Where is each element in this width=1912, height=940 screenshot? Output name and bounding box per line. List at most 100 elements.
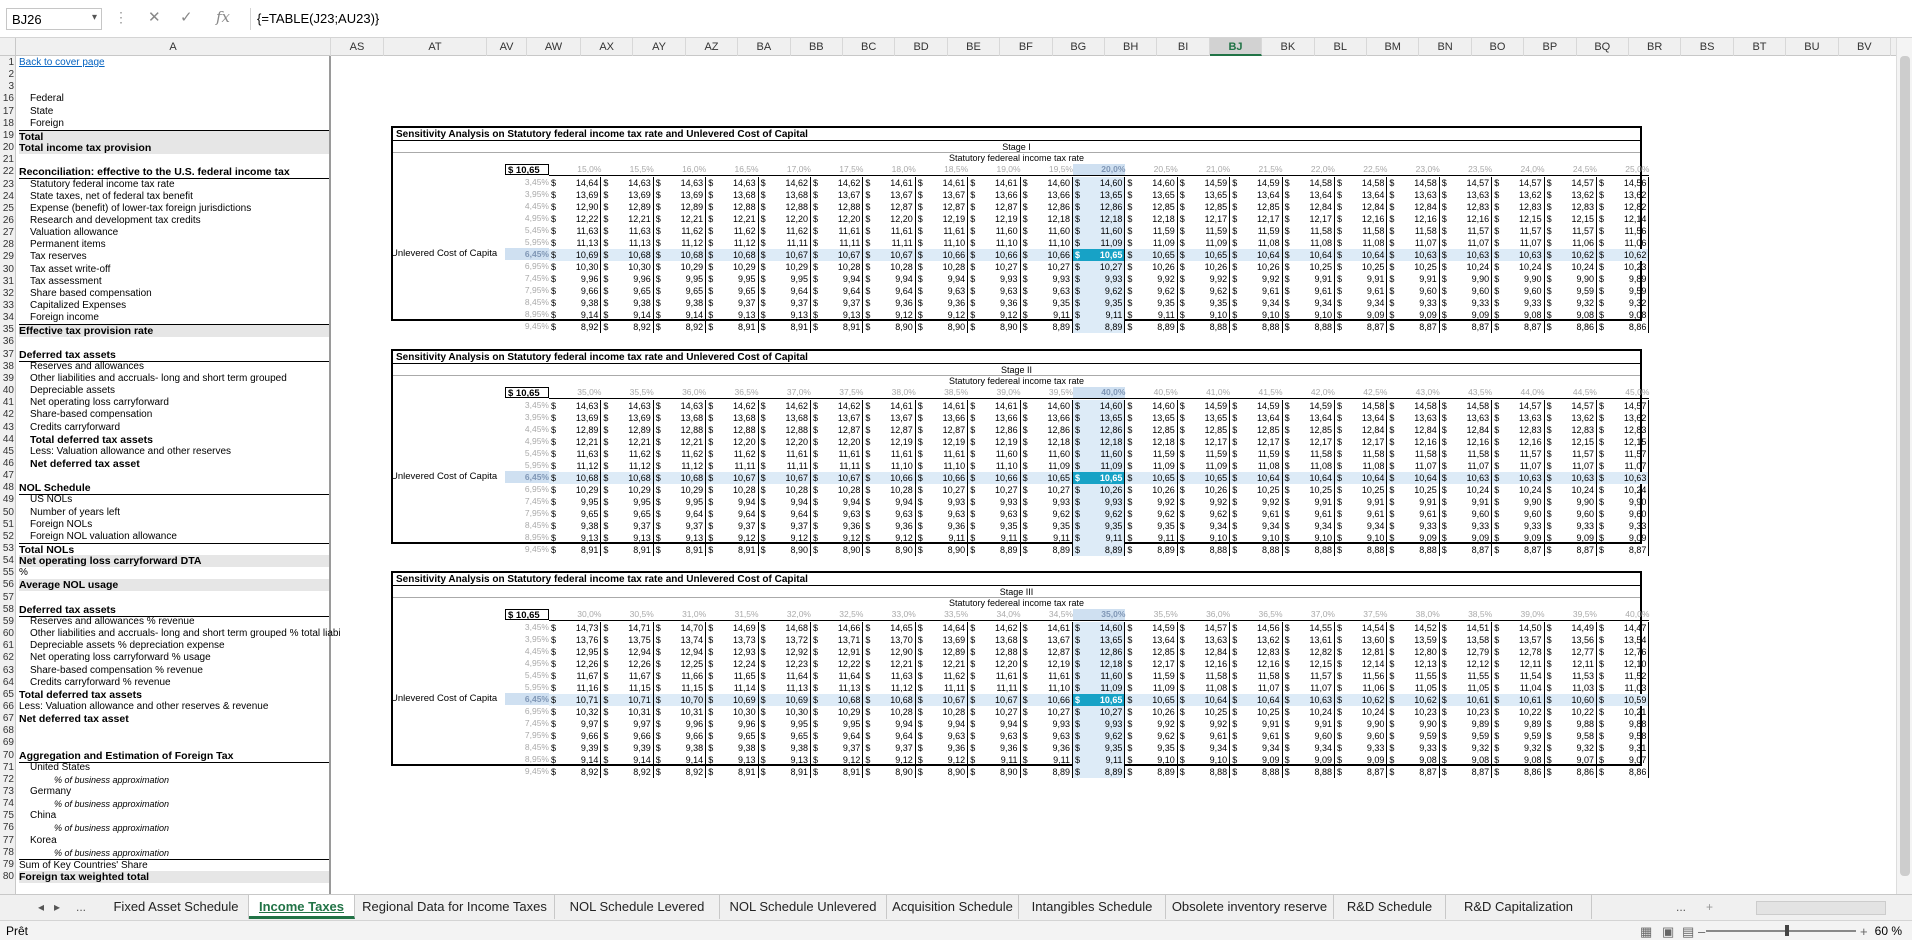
value-cell[interactable]: $9,08 <box>1597 309 1650 321</box>
value-cell[interactable]: $13,62 <box>1230 634 1283 646</box>
value-cell[interactable]: $10,62 <box>1544 249 1597 261</box>
value-cell[interactable]: $9,35 <box>1125 297 1178 309</box>
value-cell[interactable]: $10,62 <box>1335 694 1388 706</box>
value-cell[interactable]: $10,26 <box>1125 706 1178 718</box>
value-cell[interactable]: $9,62 <box>1073 285 1126 297</box>
value-cell[interactable]: $10,68 <box>863 694 916 706</box>
value-cell[interactable]: $9,92 <box>1230 273 1283 285</box>
value-cell[interactable]: $11,07 <box>1387 460 1440 472</box>
value-cell[interactable]: $14,55 <box>1283 622 1335 634</box>
value-cell[interactable]: $9,95 <box>549 496 602 508</box>
value-cell[interactable]: $10,29 <box>706 261 759 273</box>
value-cell[interactable]: $12,12 <box>1440 658 1493 670</box>
value-cell[interactable]: $8,87 <box>1440 544 1493 556</box>
vertical-scrollbar[interactable] <box>1896 38 1912 894</box>
value-cell[interactable]: $9,11 <box>968 532 1021 544</box>
value-cell[interactable]: $11,58 <box>1387 225 1440 237</box>
value-cell[interactable]: $11,54 <box>1492 670 1545 682</box>
value-cell[interactable]: $13,64 <box>1230 412 1283 424</box>
value-cell[interactable]: $8,92 <box>601 766 654 778</box>
value-cell[interactable]: $10,67 <box>863 249 916 261</box>
value-cell[interactable]: $14,69 <box>706 622 759 634</box>
value-cell[interactable]: $9,37 <box>863 742 916 754</box>
value-cell[interactable]: $12,85 <box>1125 201 1178 213</box>
zoom-level[interactable]: 60 % <box>1875 924 1902 938</box>
value-cell[interactable]: $8,91 <box>549 544 602 556</box>
row-number[interactable]: 21 <box>0 154 16 166</box>
value-cell[interactable]: $11,07 <box>1597 460 1650 472</box>
value-cell[interactable]: $13,67 <box>811 189 864 201</box>
value-cell[interactable]: $9,66 <box>654 730 707 742</box>
value-cell[interactable]: $14,60 <box>1021 177 1073 189</box>
value-cell[interactable]: $9,59 <box>1492 730 1545 742</box>
value-cell[interactable]: $8,89 <box>1125 544 1178 556</box>
value-cell[interactable]: $8,86 <box>1597 321 1650 333</box>
value-cell[interactable]: $8,88 <box>1178 544 1231 556</box>
value-cell[interactable]: $10,30 <box>601 261 654 273</box>
value-cell[interactable]: $14,61 <box>1021 622 1073 634</box>
value-cell[interactable]: $12,21 <box>549 436 602 448</box>
value-cell[interactable]: $13,71 <box>811 634 864 646</box>
value-cell[interactable]: $10,65 <box>1073 472 1126 484</box>
column-header-be[interactable]: BE <box>948 38 1001 56</box>
value-cell[interactable]: $10,25 <box>1387 261 1440 273</box>
value-cell[interactable]: $12,15 <box>1492 213 1545 225</box>
value-cell[interactable]: $12,89 <box>916 646 969 658</box>
value-cell[interactable]: $9,62 <box>1125 285 1178 297</box>
value-cell[interactable]: $11,58 <box>1283 448 1335 460</box>
value-cell[interactable]: $11,61 <box>863 448 916 460</box>
row-number[interactable]: 18 <box>0 118 16 130</box>
value-cell[interactable]: $13,61 <box>1283 634 1335 646</box>
value-cell[interactable]: $8,92 <box>601 321 654 333</box>
value-cell[interactable]: $9,36 <box>916 742 969 754</box>
value-cell[interactable]: $9,62 <box>1125 508 1178 520</box>
value-cell[interactable]: $9,36 <box>968 742 1021 754</box>
value-cell[interactable]: $14,57 <box>1178 622 1231 634</box>
value-cell[interactable]: $11,60 <box>1021 448 1073 460</box>
row-number[interactable]: 80 <box>0 871 16 883</box>
value-cell[interactable]: $9,62 <box>1073 508 1126 520</box>
value-cell[interactable]: $10,27 <box>916 484 969 496</box>
value-cell[interactable]: $11,12 <box>654 237 707 249</box>
value-cell[interactable]: $9,34 <box>1335 520 1388 532</box>
value-cell[interactable]: $8,90 <box>863 321 916 333</box>
value-cell[interactable]: $11,09 <box>1073 682 1126 694</box>
value-cell[interactable]: $10,29 <box>654 261 707 273</box>
value-cell[interactable]: $11,53 <box>1545 670 1597 682</box>
value-cell[interactable]: $11,57 <box>1440 225 1493 237</box>
value-cell[interactable]: $11,62 <box>654 225 707 237</box>
value-cell[interactable]: $9,09 <box>1492 532 1545 544</box>
row-number[interactable]: 70 <box>0 750 16 762</box>
value-cell[interactable]: $10,67 <box>915 694 969 706</box>
value-cell[interactable]: $9,61 <box>1230 730 1283 742</box>
value-cell[interactable]: $8,91 <box>811 321 864 333</box>
value-cell[interactable]: $9,36 <box>811 520 864 532</box>
zoom-out-icon[interactable]: – <box>1698 924 1705 939</box>
value-cell[interactable]: $11,08 <box>1335 460 1388 472</box>
value-cell[interactable]: $10,27 <box>1021 484 1073 496</box>
row-number[interactable]: 53 <box>0 543 16 555</box>
row-number[interactable]: 49 <box>0 494 16 506</box>
row-number[interactable]: 29 <box>0 251 16 263</box>
value-cell[interactable]: $14,60 <box>1125 177 1178 189</box>
value-cell[interactable]: $13,69 <box>549 189 602 201</box>
value-cell[interactable]: $11,57 <box>1492 448 1545 460</box>
row-number[interactable]: 54 <box>0 555 16 567</box>
value-cell[interactable]: $10,64 <box>1230 472 1283 484</box>
value-cell[interactable]: $10,25 <box>1178 706 1231 718</box>
value-cell[interactable]: $11,63 <box>549 448 602 460</box>
value-cell[interactable]: $10,63 <box>1492 472 1545 484</box>
value-cell[interactable]: $8,90 <box>968 766 1021 778</box>
value-cell[interactable]: $9,60 <box>1387 285 1440 297</box>
row-number[interactable]: 57 <box>0 592 16 604</box>
value-cell[interactable]: $12,18 <box>1125 436 1178 448</box>
value-cell[interactable]: $9,65 <box>549 508 602 520</box>
value-cell[interactable]: $10,63 <box>1282 694 1335 706</box>
value-cell[interactable]: $10,24 <box>1492 484 1545 496</box>
value-cell[interactable]: $11,61 <box>968 670 1021 682</box>
value-cell[interactable]: $14,68 <box>759 622 811 634</box>
value-cell[interactable]: $12,26 <box>549 658 602 670</box>
value-cell[interactable]: $9,36 <box>1021 742 1073 754</box>
value-cell[interactable]: $8,89 <box>1125 321 1178 333</box>
value-cell[interactable]: $12,17 <box>1178 436 1231 448</box>
